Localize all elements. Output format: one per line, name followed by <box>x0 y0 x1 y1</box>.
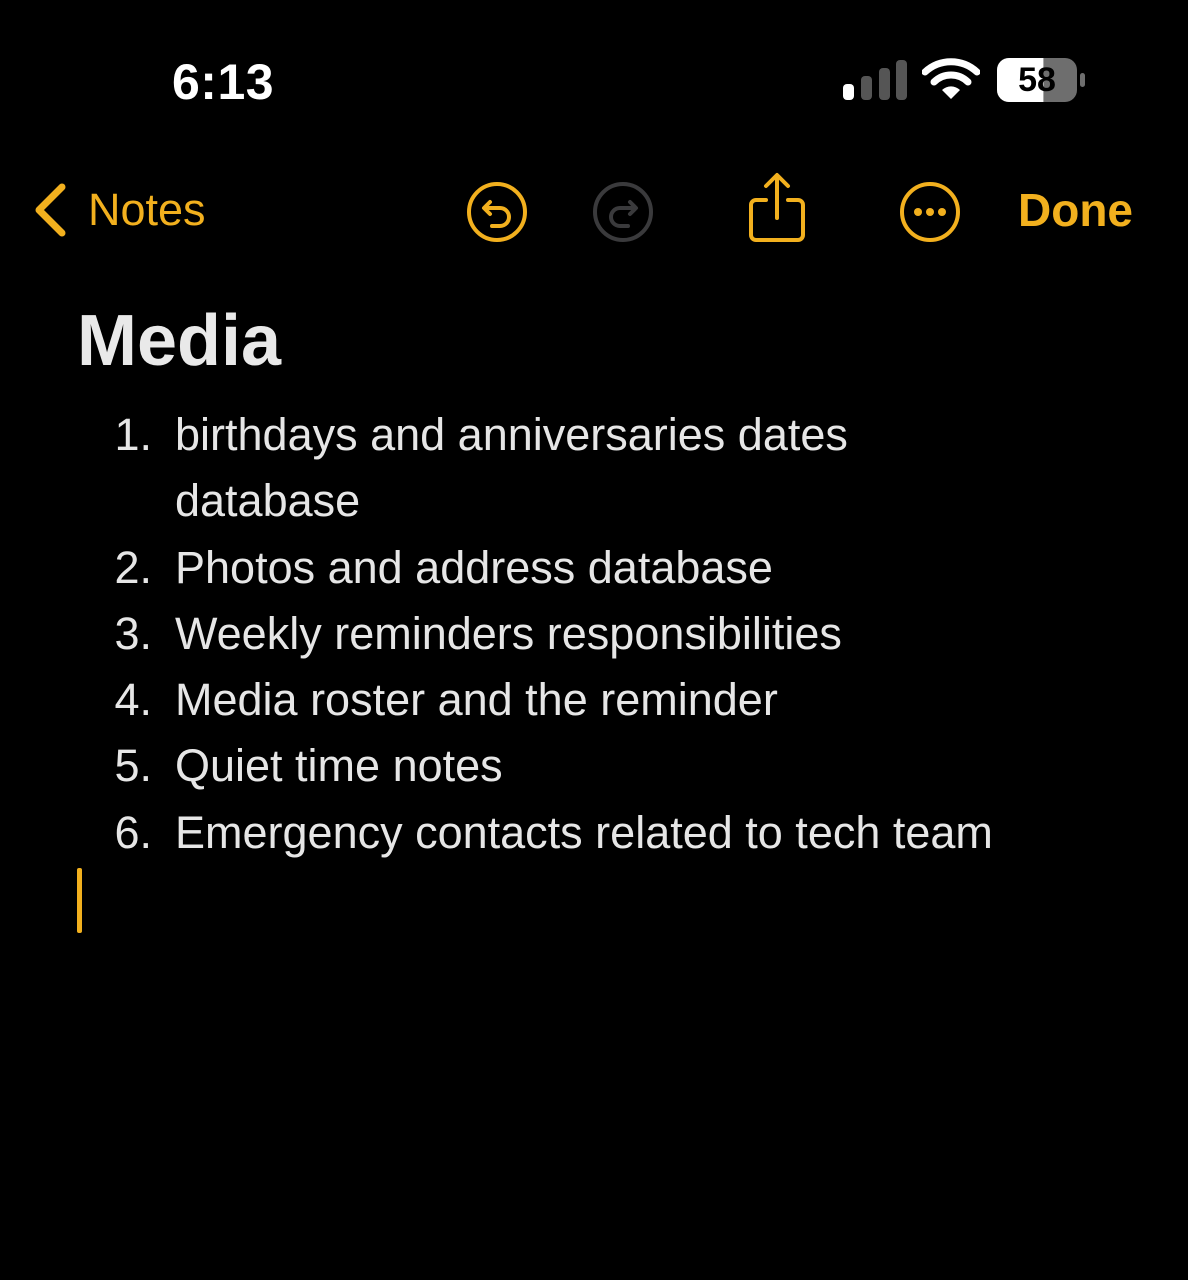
list-item-text[interactable]: Photos and address database <box>175 535 935 601</box>
list-item[interactable]: 1. birthdays and anniversaries dates dat… <box>0 402 1188 535</box>
list-item-text[interactable]: Media roster and the reminder <box>175 667 935 733</box>
text-cursor <box>77 868 82 933</box>
share-icon <box>749 173 805 242</box>
list-item-number: 4. <box>114 674 152 726</box>
list-item[interactable]: 2. Photos and address database <box>0 535 1188 601</box>
battery-icon: 58 <box>997 58 1087 102</box>
note-title[interactable]: Media <box>77 298 281 384</box>
status-time: 6:13 <box>172 54 275 110</box>
list-item-text[interactable]: Emergency contacts related to tech team <box>175 800 1095 866</box>
redo-icon <box>593 182 653 242</box>
list-item-text[interactable]: birthdays and anniversaries dates databa… <box>175 402 935 535</box>
more-icon <box>900 182 960 242</box>
list-item-text[interactable]: Weekly reminders responsibilities <box>175 601 935 667</box>
list-item[interactable]: 6. Emergency contacts related to tech te… <box>0 800 1188 866</box>
list-item-number: 3. <box>114 607 152 659</box>
cellular-signal-icon <box>843 60 907 100</box>
status-bar: 6:13 58 <box>0 0 1188 150</box>
more-button[interactable] <box>898 180 962 244</box>
back-label: Notes <box>88 184 206 235</box>
list-item-number: 6. <box>114 806 152 858</box>
share-button[interactable] <box>746 172 808 244</box>
list-item[interactable]: 3. Weekly reminders responsibilities <box>0 601 1188 667</box>
list-item-number: 2. <box>114 541 152 593</box>
list-item[interactable]: 4. Media roster and the reminder <box>0 667 1188 733</box>
wifi-icon <box>922 58 980 99</box>
undo-icon <box>467 182 527 242</box>
list-item-number: 1. <box>114 409 152 460</box>
redo-button[interactable] <box>591 180 655 244</box>
note-toolbar: Notes Done <box>0 160 1188 260</box>
back-button[interactable]: Notes <box>30 180 206 240</box>
list-item[interactable]: 5. Quiet time notes <box>0 733 1188 799</box>
undo-button[interactable] <box>465 180 529 244</box>
list-item-number: 5. <box>114 740 152 792</box>
list-item-text[interactable]: Quiet time notes <box>175 733 935 799</box>
battery-percent: 58 <box>1018 61 1056 99</box>
note-list[interactable]: 1. birthdays and anniversaries dates dat… <box>0 402 1188 866</box>
done-button[interactable]: Done <box>1018 180 1133 240</box>
chevron-left-icon <box>35 183 66 237</box>
